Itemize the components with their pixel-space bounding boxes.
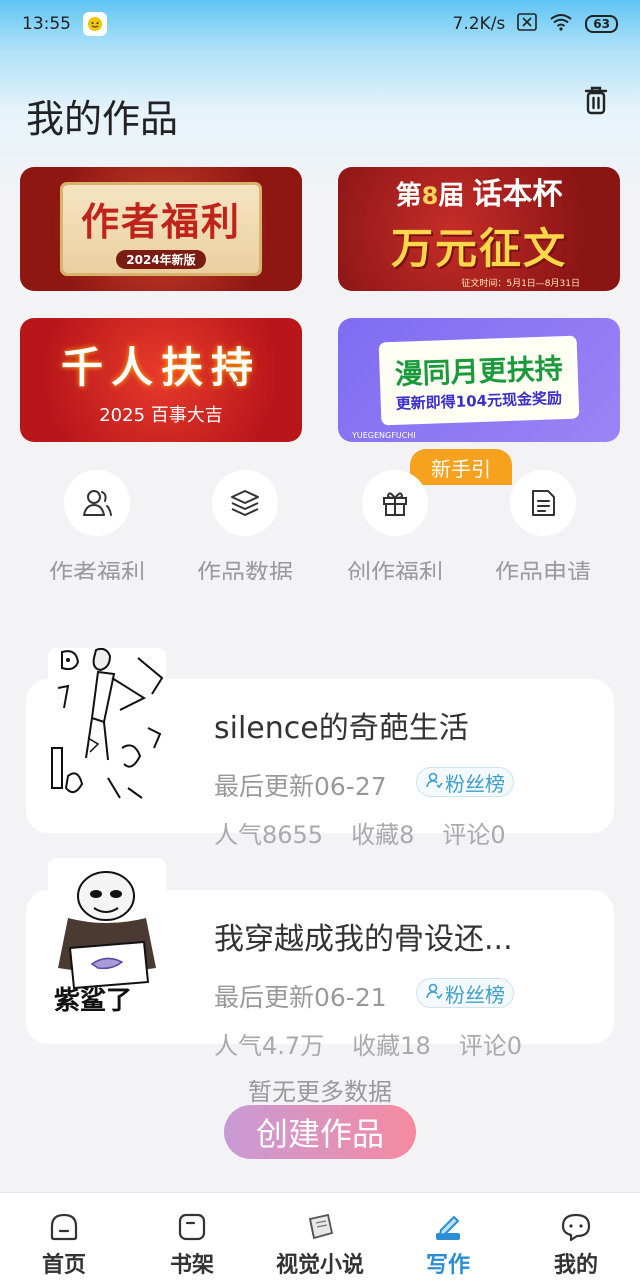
create-work-button[interactable]: 创建作品 [224,1105,416,1159]
work-cover-image[interactable]: 紫鲨了 [48,858,166,1018]
quick-action-label: 作品数据 [197,559,293,580]
banner-essay-contest[interactable]: 第8届 话本杯 万元征文 征文时间：5月1日—8月31日 [338,167,620,291]
document-icon [510,470,576,536]
banner-edition: 第8届 话本杯 [396,169,563,213]
edition-number: 8 [421,182,439,210]
fans-ranking-button[interactable]: 粉丝榜 [416,978,514,1008]
work-favorites: 收藏8 [351,821,415,849]
banner-card: 漫同月更扶持 更新即得104元现金奖励 [381,338,577,422]
fans-icon [425,981,443,1005]
work-comments: 评论0 [442,821,506,849]
tab-home[interactable]: 首页 [0,1193,128,1280]
tab-label: 我的 [553,1253,598,1278]
book-icon [304,1211,336,1243]
work-popularity: 人气8655 [214,821,324,849]
tab-label: 书架 [169,1253,214,1278]
gift-icon [362,470,428,536]
battery-indicator: 63 [585,15,618,33]
home-icon [48,1211,80,1243]
work-popularity: 人气4.7万 [214,1032,325,1060]
banner-foot: YUEGENGFUCHI [352,431,416,440]
tab-label: 视觉小说 [275,1253,364,1278]
banner-title: 千人扶持 [60,342,261,392]
chat-icon [560,1211,592,1243]
banner-scroll: 作者福利 2024年新版 [62,185,259,273]
bottom-tab-bar: 首页 书架 视觉小说 写作 我的 [0,1192,640,1280]
tab-visual-novel[interactable]: 视觉小说 [256,1193,384,1280]
quick-action-work-data[interactable]: 作品数据 [170,470,320,580]
banner-thousand-support[interactable]: 千人扶持 2025 百事大吉 [20,318,302,442]
wifi-icon [549,13,573,36]
layers-icon [212,470,278,536]
quick-action-author-welfare[interactable]: 作者福利 [22,470,172,580]
quick-action-label: 创作福利 [347,559,443,580]
no-more-data: 暂无更多数据 [248,1078,392,1106]
work-favorites: 收藏18 [352,1032,431,1060]
edition-suffix: 届 [438,181,465,211]
work-updated: 最后更新06-21 [214,983,387,1012]
contest-period: 征文时间：5月1日—8月31日 [461,279,580,289]
fans-icon [425,770,443,794]
status-bar: 13:55 7.2K/s 63 [0,0,640,48]
work-title: silence的奇葩生活 [214,711,469,746]
quick-action-work-apply[interactable]: 作品申请 [468,470,618,580]
banner-title: 作者福利 [80,200,241,244]
trash-icon[interactable] [578,82,614,118]
work-cover-image[interactable] [48,648,166,808]
quick-action-label: 作品申请 [495,559,591,580]
tab-mine[interactable]: 我的 [512,1193,640,1280]
quick-action-creative-welfare[interactable]: 创作福利 [320,470,470,580]
pen-icon [432,1211,464,1243]
bookshelf-icon [176,1211,208,1243]
status-time: 13:55 [22,14,71,34]
work-title: 我穿越成我的骨设还... [214,922,513,957]
fans-label: 粉丝榜 [445,771,505,796]
fans-ranking-button[interactable]: 粉丝榜 [416,767,514,797]
tab-writing[interactable]: 写作 [384,1193,512,1280]
banner-subtitle: 2024年新版 [116,250,206,269]
network-speed: 7.2K/s [452,14,506,34]
banner-title: 漫同月更扶持 [394,351,564,391]
quick-action-label: 作者福利 [49,559,145,580]
fans-label: 粉丝榜 [445,982,505,1007]
tab-label: 写作 [425,1253,470,1278]
tab-label: 首页 [41,1253,86,1278]
edition-prefix: 第 [395,181,422,211]
banner-author-welfare[interactable]: 作者福利 2024年新版 [20,167,302,291]
contest-name: 话本杯 [472,177,563,212]
tab-bookshelf[interactable]: 书架 [128,1193,256,1280]
app-notification-icon [83,12,107,36]
work-updated: 最后更新06-27 [214,772,387,801]
cover-caption: 紫鲨了 [54,986,133,1016]
banner-subtitle: 2025 百事大吉 [99,404,223,426]
users-icon [64,470,130,536]
work-stats: 人气8655 收藏8 评论0 [214,815,506,850]
banner-title: 万元征文 [390,224,567,273]
page-title: 我的作品 [26,97,179,141]
work-stats: 人气4.7万 收藏18 评论0 [214,1026,522,1061]
banner-monthly-update[interactable]: 漫同月更扶持 更新即得104元现金奖励 YUEGENGFUCHI [338,318,620,442]
sim-icon [517,12,538,36]
work-comments: 评论0 [458,1032,522,1060]
